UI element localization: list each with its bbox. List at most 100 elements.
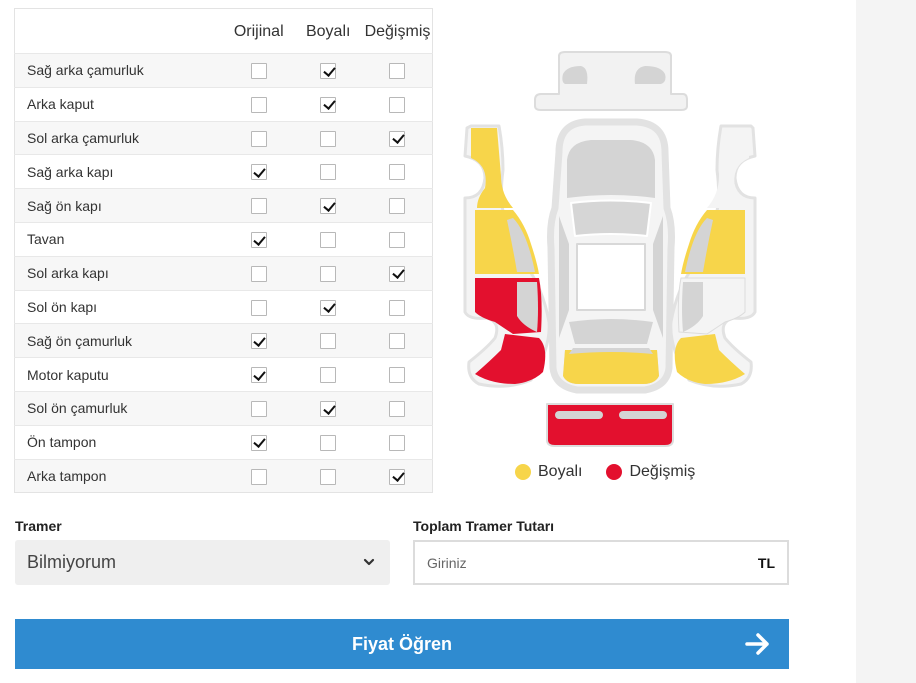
part-name: Arka kaput (27, 96, 94, 113)
painted-cell (293, 290, 362, 324)
painted-checkbox[interactable] (320, 401, 337, 418)
painted-checkbox[interactable] (320, 468, 337, 485)
car-diagram (463, 51, 757, 447)
replaced-cell (363, 222, 433, 256)
get-price-button[interactable]: Fiyat Öğren (15, 619, 789, 669)
original-cell (224, 87, 293, 121)
replaced-cell (363, 324, 433, 358)
table-row: Sol arka kapı (14, 256, 433, 291)
original-checkbox[interactable] (250, 299, 267, 316)
original-cell (224, 459, 293, 493)
original-checkbox[interactable] (250, 130, 267, 147)
table-row: Arka tampon (14, 459, 433, 493)
replaced-cell (363, 54, 433, 88)
part-name: Sağ ön kapı (27, 197, 102, 214)
painted-checkbox[interactable] (320, 96, 337, 113)
amount-field[interactable]: TL (413, 540, 789, 585)
painted-checkbox[interactable] (320, 130, 337, 147)
painted-cell (293, 155, 362, 189)
replaced-checkbox[interactable] (389, 333, 406, 350)
header-original: Orijinal (233, 23, 284, 40)
painted-checkbox[interactable] (320, 367, 337, 384)
front-bumper-shape[interactable] (563, 350, 659, 384)
original-checkbox[interactable] (250, 265, 267, 282)
original-cell (224, 256, 293, 290)
replaced-checkbox[interactable] (389, 96, 406, 113)
tramer-selected-value: Bilmiyorum (27, 552, 117, 572)
painted-checkbox[interactable] (320, 265, 337, 282)
painted-checkbox[interactable] (320, 232, 337, 249)
original-checkbox[interactable] (250, 164, 267, 181)
right-side-view (669, 124, 757, 388)
original-cell (224, 222, 293, 256)
original-checkbox[interactable] (250, 401, 267, 418)
replaced-checkbox[interactable] (389, 164, 406, 181)
painted-cell (293, 358, 362, 392)
legend-replaced-label: Değişmiş (629, 463, 696, 480)
damage-table: Orijinal Boyalı Değişmiş Sağ arka çamurl… (14, 8, 433, 494)
replaced-cell (363, 459, 433, 493)
table-row: Sağ arka kapı (14, 154, 433, 189)
painted-cell (293, 87, 362, 121)
replaced-checkbox[interactable] (389, 468, 406, 485)
part-name: Tavan (27, 231, 65, 248)
original-cell (224, 290, 293, 324)
painted-cell (293, 222, 362, 256)
replaced-checkbox[interactable] (389, 265, 406, 282)
original-cell (224, 358, 293, 392)
table-row: Sağ ön çamurluk (14, 323, 433, 358)
original-checkbox[interactable] (250, 63, 267, 80)
replaced-checkbox[interactable] (389, 198, 406, 215)
original-checkbox[interactable] (250, 434, 267, 451)
original-cell (224, 155, 293, 189)
table-row: Arka kaput (14, 87, 433, 122)
table-row: Sağ ön kapı (14, 188, 433, 223)
part-name: Ön tampon (27, 434, 97, 451)
replaced-checkbox[interactable] (389, 232, 406, 249)
replaced-cell (363, 391, 433, 425)
original-cell (224, 189, 293, 223)
original-checkbox[interactable] (250, 333, 267, 350)
painted-checkbox[interactable] (320, 198, 337, 215)
painted-checkbox[interactable] (320, 434, 337, 451)
roof-panel[interactable] (570, 199, 652, 237)
replaced-checkbox[interactable] (389, 63, 406, 80)
amount-input[interactable] (427, 554, 758, 571)
painted-checkbox[interactable] (320, 164, 337, 181)
painted-cell (293, 121, 362, 155)
original-cell (224, 324, 293, 358)
legend-painted-label: Boyalı (538, 463, 583, 480)
painted-checkbox[interactable] (320, 299, 337, 316)
painted-cell (293, 324, 362, 358)
part-name: Sağ arka çamurluk (27, 62, 144, 79)
painted-checkbox[interactable] (320, 63, 337, 80)
original-checkbox[interactable] (250, 96, 267, 113)
rear-hood-part[interactable] (534, 51, 688, 111)
replaced-dot-icon (606, 464, 623, 480)
replaced-checkbox[interactable] (389, 299, 406, 316)
replaced-checkbox[interactable] (389, 401, 406, 418)
original-checkbox[interactable] (250, 367, 267, 384)
replaced-checkbox[interactable] (389, 367, 406, 384)
original-checkbox[interactable] (250, 198, 267, 215)
replaced-checkbox[interactable] (389, 130, 406, 147)
table-row: Sol ön kapı (14, 290, 433, 324)
header-replaced: Değişmiş (364, 23, 431, 40)
legend-painted: Boyalı (515, 463, 582, 481)
replaced-checkbox[interactable] (389, 434, 406, 451)
header-part (15, 9, 225, 54)
painted-checkbox[interactable] (320, 333, 337, 350)
original-checkbox[interactable] (250, 468, 267, 485)
part-name: Sol ön çamurluk (27, 400, 128, 417)
replaced-cell (363, 256, 433, 290)
rear-bumper-light-left (555, 411, 603, 419)
rear-bumper-part[interactable] (546, 403, 674, 447)
replaced-cell (363, 189, 433, 223)
rear-bumper-shape[interactable] (546, 403, 674, 447)
tramer-select[interactable]: Bilmiyorum (15, 540, 390, 585)
original-checkbox[interactable] (250, 232, 267, 249)
table-row: Motor kaputu (14, 357, 433, 392)
table-row: Sol arka çamurluk (14, 121, 433, 155)
painted-cell (293, 459, 362, 493)
original-cell (224, 121, 293, 155)
